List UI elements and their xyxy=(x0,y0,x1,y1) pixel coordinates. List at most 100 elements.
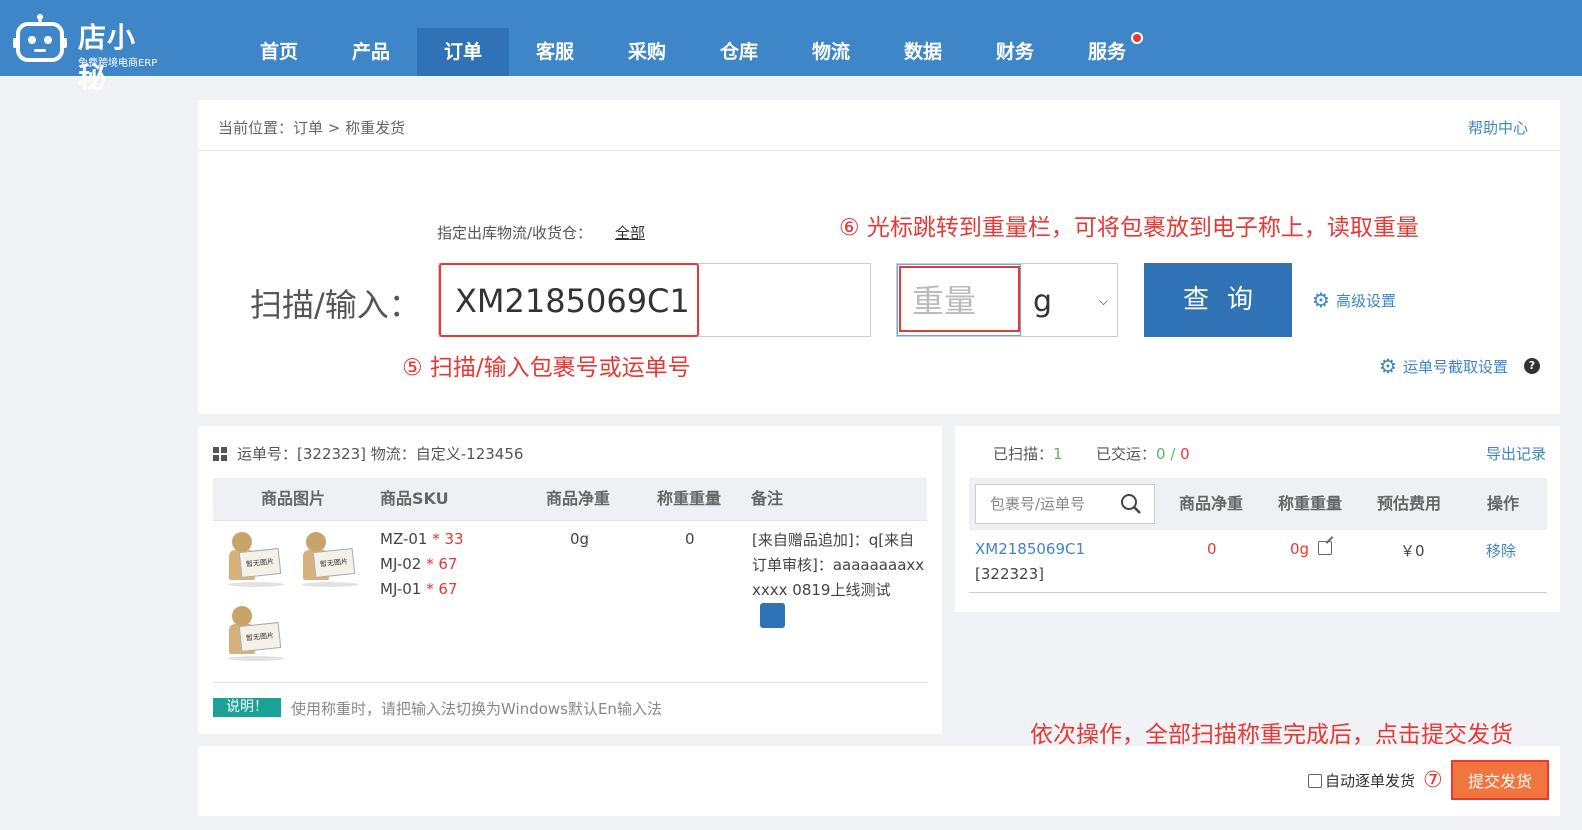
scan-label: 扫描/输入： xyxy=(250,286,421,324)
placeholder-caption: 暂无图片 xyxy=(238,547,282,579)
notification-dot xyxy=(1131,32,1143,44)
product-image-placeholder: 暂无图片 xyxy=(226,530,284,588)
sku-line: MJ-02 * 67 xyxy=(380,555,457,573)
delivered-total: 0 xyxy=(1180,445,1190,463)
nav-logistics[interactable]: 物流 xyxy=(785,28,877,76)
nav-warehouse[interactable]: 仓库 xyxy=(693,28,785,76)
weight-placeholder: 重量 xyxy=(912,282,977,320)
remark-edit-button[interactable] xyxy=(760,603,785,628)
fee-value: ￥0 xyxy=(1400,542,1425,560)
package-search-input[interactable]: 包裹号/运单号 xyxy=(975,484,1155,524)
waybill-number: [322323] xyxy=(975,565,1044,583)
sku-code: MZ-01 xyxy=(380,530,428,548)
col-estimated-fee: 预估费用 xyxy=(1377,494,1442,513)
divider xyxy=(969,592,1547,593)
nav-services-label: 服务 xyxy=(1087,41,1126,63)
weighed-value: 0 xyxy=(685,530,695,548)
divider xyxy=(213,682,927,683)
export-records-link[interactable]: 导出记录 xyxy=(1486,443,1546,464)
checkbox-box[interactable] xyxy=(1308,773,1322,788)
package-number-link[interactable]: XM2185069C1 xyxy=(975,540,1085,558)
annotation-step7: 依次操作，全部扫描称重完成后，点击提交发货 xyxy=(1030,722,1513,748)
sku-line: MJ-01 * 67 xyxy=(380,580,457,598)
top-navbar: 店小秘 免费跨境电商ERP 首页 产品 订单 客服 采购 仓库 物流 数据 财务… xyxy=(0,0,1582,94)
order-table-header: 商品图片 商品SKU 商品净重 称重重量 备注 xyxy=(213,478,927,520)
nav-orders[interactable]: 订单 xyxy=(417,28,509,76)
scan-input[interactable]: XM2185069C1 xyxy=(438,263,871,337)
advanced-settings-label: 高级设置 xyxy=(1335,291,1396,310)
weighed-value: 0g xyxy=(1290,540,1310,558)
nav-products[interactable]: 产品 xyxy=(325,28,417,76)
search-placeholder: 包裹号/运单号 xyxy=(990,495,1086,513)
col-action: 操作 xyxy=(1487,494,1520,513)
edit-icon[interactable] xyxy=(1317,541,1332,555)
nav-data[interactable]: 数据 xyxy=(877,28,969,76)
summary-table-header: 包裹号/运单号 商品净重 称重重量 预估费用 操作 xyxy=(969,478,1547,530)
chevron-down-icon: ⌵ xyxy=(1099,294,1109,308)
warehouse-filter-link[interactable]: 全部 xyxy=(615,222,645,243)
remove-link[interactable]: 移除 xyxy=(1486,540,1516,561)
robot-logo-icon xyxy=(13,14,67,62)
weighed-cell: 0g xyxy=(1290,540,1332,558)
col-remark: 备注 xyxy=(751,489,784,508)
delivered-stat: 已交运：0 / 0 xyxy=(1096,443,1190,464)
order-header-text: 运单号：[322323] 物流：自定义-123456 xyxy=(237,445,524,463)
auto-ship-checkbox[interactable]: 自动逐单发货 xyxy=(1308,770,1415,791)
weight-input[interactable]: 重量 xyxy=(897,264,1021,336)
nav-purchase[interactable]: 采购 xyxy=(601,28,693,76)
grid-icon xyxy=(213,446,227,461)
col-image: 商品图片 xyxy=(261,489,326,508)
scan-summary-panel: 已扫描：1 已交运：0 / 0 导出记录 包裹号/运单号 商品净重 称重重量 预… xyxy=(955,426,1560,612)
placeholder-caption: 暂无图片 xyxy=(312,547,356,579)
product-image-placeholder: 暂无图片 xyxy=(226,604,284,662)
waybill-settings-label: 运单号截取设置 xyxy=(1402,357,1508,376)
unit-select[interactable]: g ⌵ xyxy=(1023,264,1117,336)
col-net-weight: 商品净重 xyxy=(1179,494,1244,513)
scan-input-value: XM2185069C1 xyxy=(455,282,690,320)
col-sku: 商品SKU xyxy=(380,489,449,508)
nav-services[interactable]: 服务 xyxy=(1061,28,1153,76)
sku-qty: * 33 xyxy=(432,530,464,548)
nav-home[interactable]: 首页 xyxy=(233,28,325,76)
help-center-link[interactable]: 帮助中心 xyxy=(1468,117,1528,138)
annotation-step7-number: ⑦ xyxy=(1423,768,1443,793)
product-image-placeholder: 暂无图片 xyxy=(300,530,358,588)
logo-subtitle: 免费跨境电商ERP xyxy=(78,58,158,69)
logo[interactable]: 店小秘 免费跨境电商ERP xyxy=(12,10,162,94)
net-weight-value: 0g xyxy=(570,530,590,548)
sku-line: MZ-01 * 33 xyxy=(380,530,464,548)
divider xyxy=(213,520,927,521)
main-nav: 首页 产品 订单 客服 采购 仓库 物流 数据 财务 服务 xyxy=(233,28,1153,76)
waybill-settings-link[interactable]: ⚙ 运单号截取设置 ? xyxy=(1379,354,1540,378)
search-icon[interactable] xyxy=(1120,493,1142,515)
sku-code: MJ-02 xyxy=(380,555,422,573)
nav-customer-service[interactable]: 客服 xyxy=(509,28,601,76)
warehouse-label: 指定出库物流/收货仓： xyxy=(437,224,593,242)
delivered-label: 已交运： xyxy=(1096,445,1157,463)
nav-finance[interactable]: 财务 xyxy=(969,28,1061,76)
remark-text: [来自赠品追加]：q[来自订单审核]：aaaaaaaaxxxxxx 0819上线… xyxy=(752,531,925,599)
scan-panel: 当前位置：订单 > 称重发货 帮助中心 指定出库物流/收货仓： 全部 扫描/输入… xyxy=(198,100,1560,414)
unit-value: g xyxy=(1033,284,1053,319)
advanced-settings-link[interactable]: ⚙ 高级设置 xyxy=(1312,288,1396,312)
question-icon[interactable]: ? xyxy=(1523,358,1540,374)
scanned-stat: 已扫描：1 xyxy=(993,443,1063,464)
remark-cell: [来自赠品追加]：q[来自订单审核]：aaaaaaaaxxxxxx 0819上线… xyxy=(752,528,927,628)
note-badge: 说明！ xyxy=(213,698,281,717)
sku-qty: * 67 xyxy=(426,555,458,573)
col-net-weight: 商品净重 xyxy=(546,489,611,508)
order-header: 运单号：[322323] 物流：自定义-123456 xyxy=(213,443,523,464)
col-weighed: 称重重量 xyxy=(1278,494,1343,513)
col-weighed: 称重重量 xyxy=(657,489,722,508)
gear-icon: ⚙ xyxy=(1312,288,1330,312)
placeholder-caption: 暂无图片 xyxy=(238,621,282,653)
weight-group: 重量 g ⌵ xyxy=(896,263,1118,337)
delivered-count: 0 xyxy=(1156,445,1166,463)
query-button[interactable]: 查询 xyxy=(1144,263,1292,337)
submit-shipment-button[interactable]: 提交发货 xyxy=(1451,760,1549,800)
note-text: 使用称重时，请把输入法切换为Windows默认En输入法 xyxy=(291,700,662,718)
sku-qty: * 67 xyxy=(426,580,458,598)
gear-icon: ⚙ xyxy=(1379,354,1397,378)
annotation-step6: ⑥ 光标跳转到重量栏，可将包裹放到电子称上，读取重量 xyxy=(839,215,1419,241)
net-weight-value: 0 xyxy=(1207,540,1217,558)
